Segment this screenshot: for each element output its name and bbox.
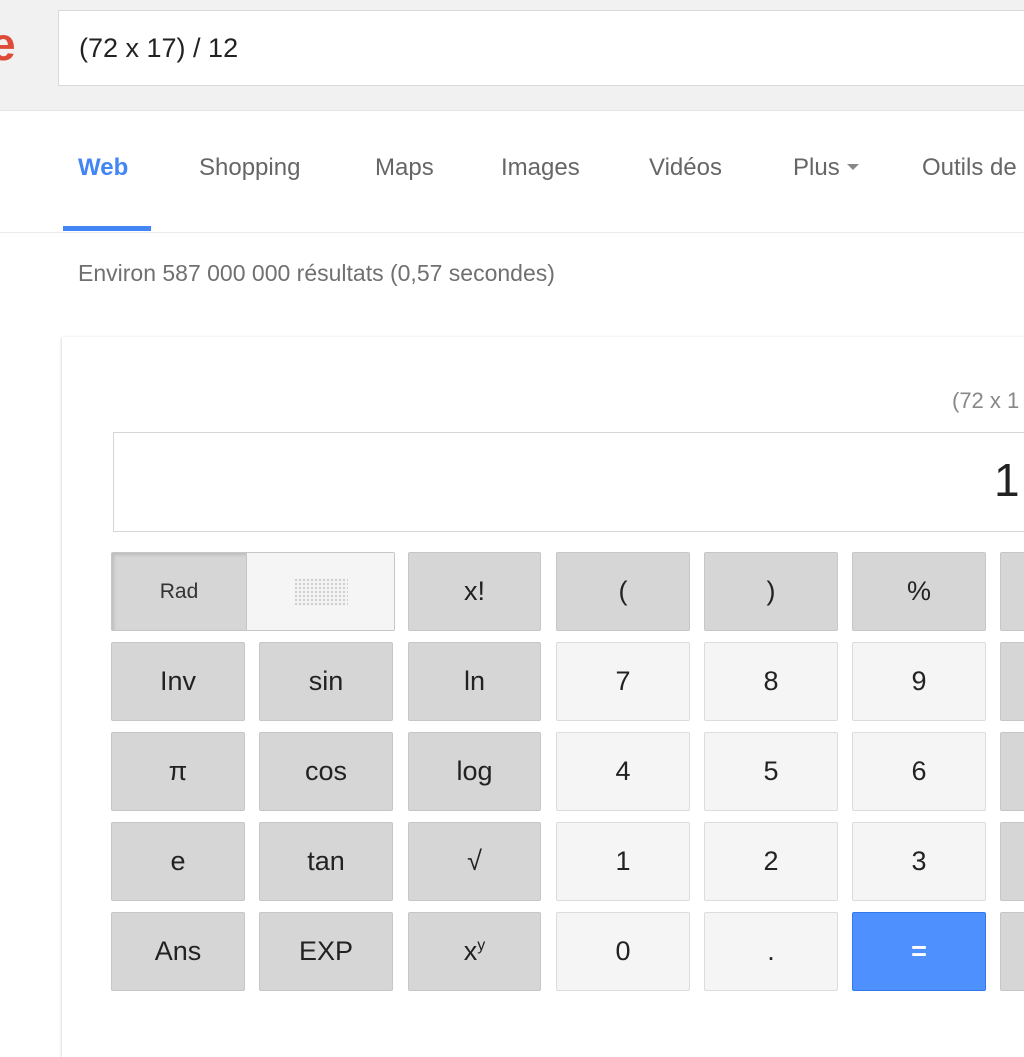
- tab-web[interactable]: Web: [78, 154, 128, 190]
- decimal-key[interactable]: .: [704, 912, 838, 991]
- tab-search-tools[interactable]: Outils de: [922, 154, 1017, 190]
- digit-4-key[interactable]: 4: [556, 732, 690, 811]
- digit-1-key[interactable]: 1: [556, 822, 690, 901]
- digit-5-key[interactable]: 5: [704, 732, 838, 811]
- logo[interactable]: e: [0, 14, 22, 74]
- caret-down-icon: [846, 163, 859, 170]
- inv-key[interactable]: Inv: [111, 642, 245, 721]
- tab-plus[interactable]: Plus: [793, 154, 859, 190]
- tan-key[interactable]: tan: [259, 822, 393, 901]
- digit-6-key[interactable]: 6: [852, 732, 986, 811]
- result-stats: Environ 587 000 000 résultats (0,57 seco…: [78, 260, 555, 286]
- multiply-key-partial[interactable]: [1000, 732, 1024, 811]
- ans-key[interactable]: Ans: [111, 912, 245, 991]
- digit-7-key[interactable]: 7: [556, 642, 690, 721]
- angle-mode-toggle: Rad: [111, 552, 395, 631]
- power-key[interactable]: xy: [408, 912, 541, 991]
- search-box[interactable]: [58, 10, 1024, 86]
- calculator-result: 1: [994, 454, 1020, 506]
- minus-key-partial[interactable]: [1000, 822, 1024, 901]
- ln-key[interactable]: ln: [408, 642, 541, 721]
- percent-key[interactable]: %: [852, 552, 986, 631]
- digit-2-key[interactable]: 2: [704, 822, 838, 901]
- divide-key-partial[interactable]: [1000, 642, 1024, 721]
- ac-key-partial[interactable]: [1000, 552, 1024, 631]
- active-tab-indicator: [63, 226, 151, 231]
- tab-maps[interactable]: Maps: [375, 154, 434, 190]
- sin-key[interactable]: sin: [259, 642, 393, 721]
- dots-pattern-icon: [293, 577, 348, 606]
- search-tabs: Web Shopping Maps Images Vidéos Plus Out…: [0, 110, 1024, 233]
- open-paren-key[interactable]: (: [556, 552, 690, 631]
- power-key-base: x: [463, 936, 478, 966]
- equals-key[interactable]: =: [852, 912, 986, 991]
- log-key[interactable]: log: [408, 732, 541, 811]
- sqrt-key[interactable]: √: [408, 822, 541, 901]
- pi-key[interactable]: π: [111, 732, 245, 811]
- exp-key[interactable]: EXP: [259, 912, 393, 991]
- search-header: e: [0, 0, 1024, 111]
- power-key-exponent: y: [477, 936, 486, 954]
- rad-button[interactable]: Rad: [112, 553, 247, 630]
- tab-plus-label: Plus: [793, 154, 840, 181]
- cos-key[interactable]: cos: [259, 732, 393, 811]
- tab-videos[interactable]: Vidéos: [649, 154, 722, 190]
- plus-key-partial[interactable]: [1000, 912, 1024, 991]
- calculator-display: 1: [113, 432, 1024, 532]
- deg-button[interactable]: [247, 553, 394, 630]
- close-paren-key[interactable]: ): [704, 552, 838, 631]
- tab-images[interactable]: Images: [501, 154, 580, 190]
- tab-shopping[interactable]: Shopping: [199, 154, 300, 190]
- digit-3-key[interactable]: 3: [852, 822, 986, 901]
- search-input[interactable]: [79, 29, 979, 67]
- e-key[interactable]: e: [111, 822, 245, 901]
- factorial-key[interactable]: x!: [408, 552, 541, 631]
- digit-8-key[interactable]: 8: [704, 642, 838, 721]
- digit-9-key[interactable]: 9: [852, 642, 986, 721]
- calculator-history: (72 x 1: [952, 388, 1020, 413]
- digit-0-key[interactable]: 0: [556, 912, 690, 991]
